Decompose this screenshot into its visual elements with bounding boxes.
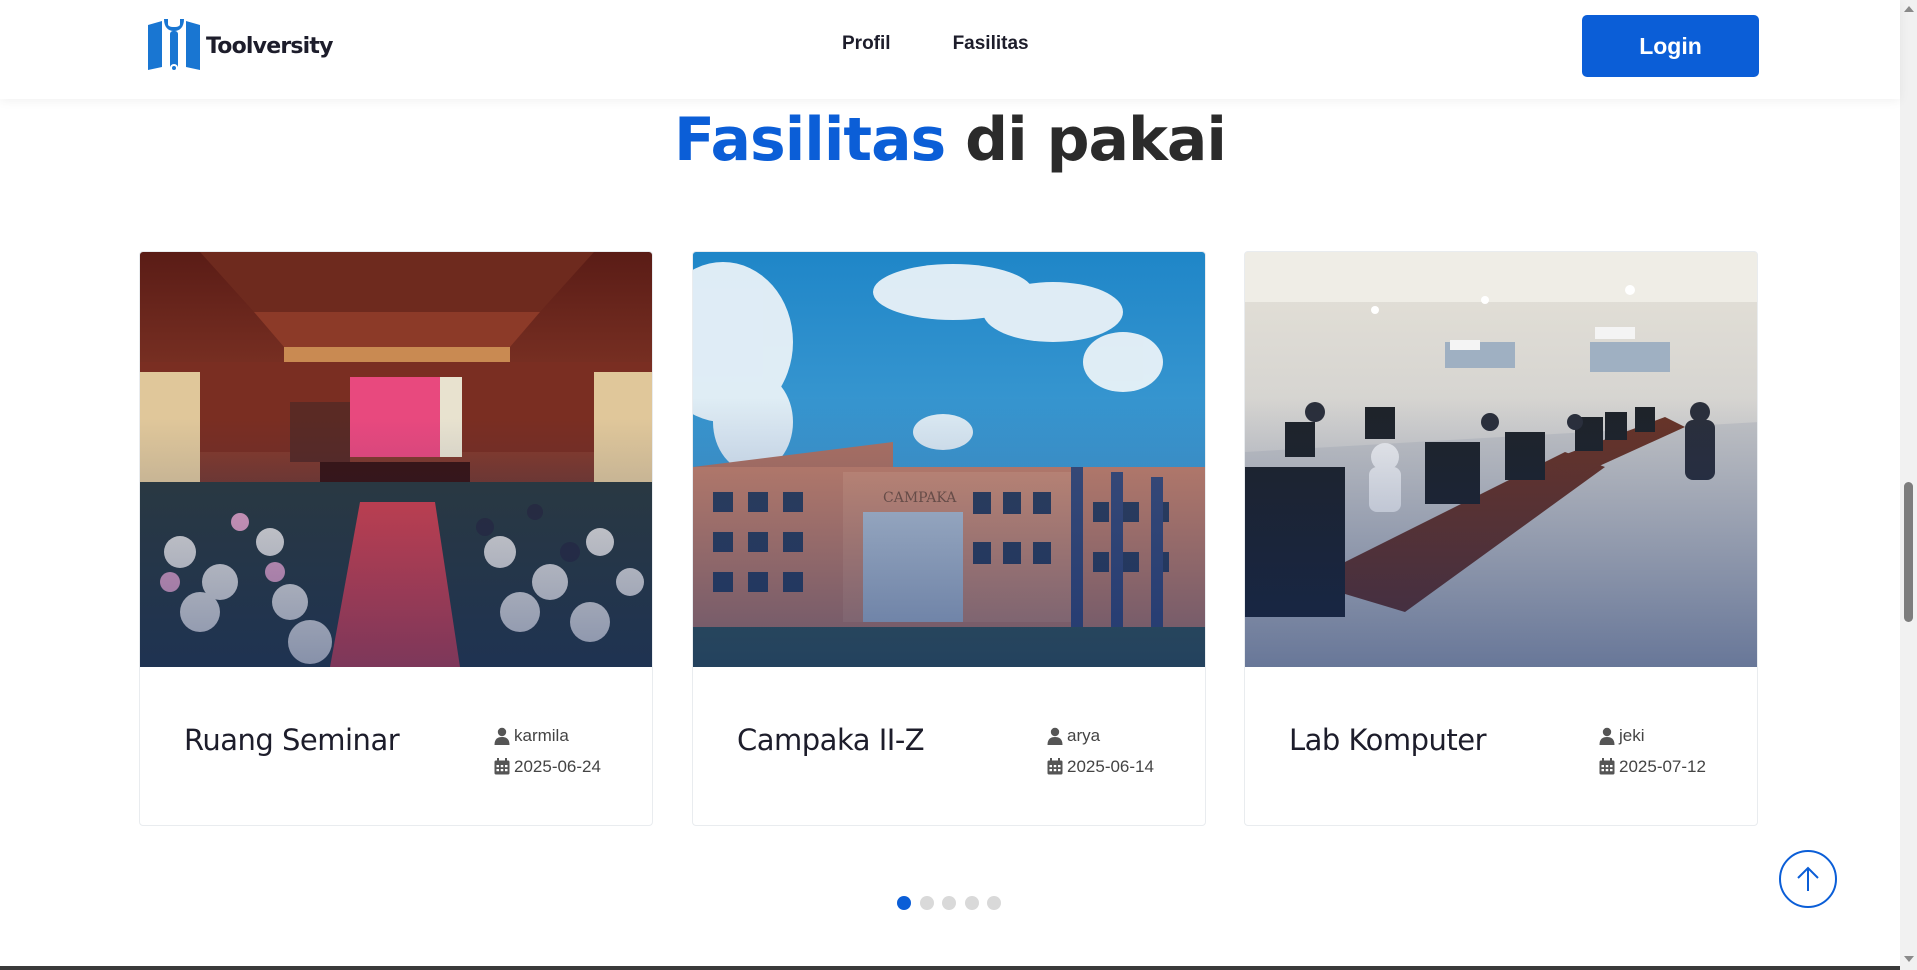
facility-card[interactable]: Ruang Seminar karmila 2025-06-24: [139, 251, 653, 826]
facility-date-value: 2025-06-24: [514, 756, 601, 776]
facility-user-name: arya: [1067, 725, 1101, 745]
scrollbar-thumb[interactable]: [1904, 482, 1913, 622]
facility-meta: karmila 2025-06-24: [494, 720, 601, 782]
facility-card[interactable]: CAMPAKA Campaka II-Z arya 2025-06-14: [692, 251, 1206, 826]
nav-link-fasilitas[interactable]: Fasilitas: [953, 33, 1029, 55]
facility-date-value: 2025-06-14: [1067, 756, 1154, 776]
main-nav: Profil Fasilitas: [842, 33, 1091, 55]
facility-meta: jeki 2025-07-12: [1599, 720, 1706, 782]
facility-user-name: karmila: [514, 725, 569, 745]
facility-date: 2025-07-12: [1599, 751, 1706, 782]
site-header: Toolversity Profil Fasilitas Login: [0, 0, 1900, 99]
carousel-dot-1[interactable]: [897, 896, 911, 910]
facility-image-computer-lab: [1245, 252, 1757, 667]
login-button[interactable]: Login: [1582, 15, 1759, 77]
facility-date: 2025-06-14: [1047, 751, 1154, 782]
facility-card-body: Ruang Seminar karmila 2025-06-24: [140, 667, 652, 825]
brand-name: Toolversity: [206, 33, 333, 59]
carousel-dot-2[interactable]: [919, 896, 934, 910]
carousel-dot-3[interactable]: [942, 896, 956, 910]
page-scrollbar[interactable]: [1900, 0, 1917, 970]
facility-card-body: Campaka II-Z arya 2025-06-14: [693, 667, 1205, 825]
calendar-icon: [494, 758, 510, 775]
facility-user-name: jeki: [1619, 725, 1645, 745]
facility-title: Campaka II-Z: [737, 723, 925, 757]
facility-user: jeki: [1599, 720, 1706, 751]
carousel-pagination: [897, 896, 1010, 910]
user-icon: [1047, 727, 1063, 745]
facility-user: arya: [1047, 720, 1154, 751]
calendar-icon: [1599, 758, 1615, 775]
facility-meta: arya 2025-06-14: [1047, 720, 1154, 782]
carousel-dot-5[interactable]: [987, 896, 1001, 910]
facility-title: Lab Komputer: [1289, 723, 1487, 757]
carousel-dot-4[interactable]: [964, 896, 979, 910]
section-title-accent: Fasilitas: [674, 105, 946, 175]
facility-title: Ruang Seminar: [184, 723, 400, 757]
scroll-down-arrow-icon[interactable]: [1904, 956, 1914, 962]
facility-user: karmila: [494, 720, 601, 751]
facility-card-body: Lab Komputer jeki 2025-07-12: [1245, 667, 1757, 825]
nav-link-profil[interactable]: Profil: [842, 33, 891, 55]
brand-logo[interactable]: Toolversity: [146, 17, 333, 75]
facility-date-value: 2025-07-12: [1619, 756, 1706, 776]
user-icon: [1599, 727, 1615, 745]
scroll-up-arrow-icon[interactable]: [1904, 6, 1914, 12]
facility-date: 2025-06-24: [494, 751, 601, 782]
facility-image-seminar-hall: [140, 252, 652, 667]
tools-logo-icon: [148, 19, 200, 72]
section-title-rest: di pakai: [965, 105, 1227, 175]
user-icon: [494, 727, 510, 745]
window-bottom-edge: [0, 966, 1900, 970]
facility-image-campaka-building: CAMPAKA: [693, 252, 1205, 667]
section-title: Fasilitas di pakai: [0, 105, 1900, 175]
arrow-up-icon: [1797, 866, 1819, 891]
back-to-top-button[interactable]: [1779, 850, 1837, 908]
calendar-icon: [1047, 758, 1063, 775]
facility-card[interactable]: Lab Komputer jeki 2025-07-12: [1244, 251, 1758, 826]
